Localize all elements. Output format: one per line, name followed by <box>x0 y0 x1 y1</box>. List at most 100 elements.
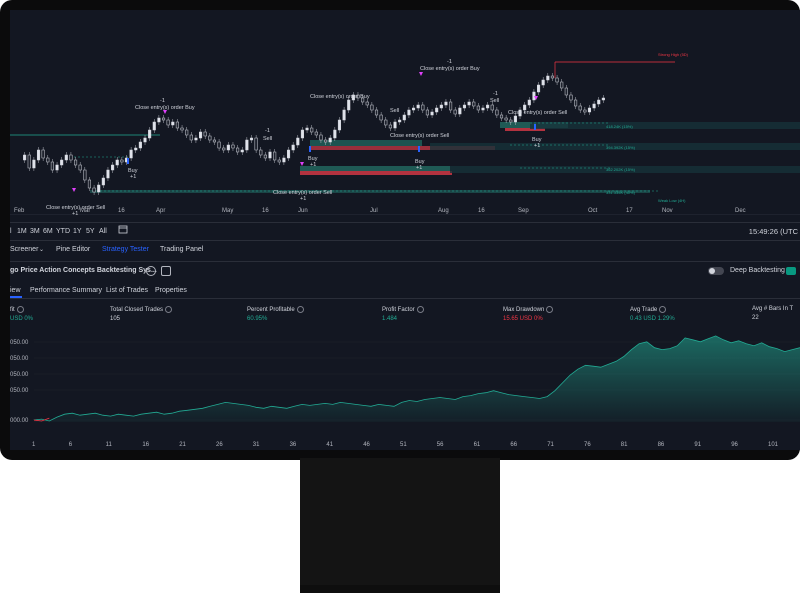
info-icon[interactable] <box>16 306 24 313</box>
candle-body <box>425 109 429 116</box>
candle-body <box>148 129 152 139</box>
trade-annotation: +1 <box>130 174 136 180</box>
trade-annotation: Close entry(s) order Buy <box>310 94 370 100</box>
candle-body <box>370 104 374 111</box>
candle-body <box>36 149 41 161</box>
candle-body <box>27 154 31 169</box>
deep-backtesting-toggle[interactable] <box>708 267 724 275</box>
candle-body <box>50 161 54 171</box>
candle-body <box>74 159 78 166</box>
candle-body <box>203 131 207 137</box>
subtab-list-of-trades[interactable]: List of Trades <box>106 287 148 294</box>
metric-label: Avg Trade <box>630 307 658 314</box>
tf-1y-button[interactable]: 1Y <box>73 228 82 235</box>
report-icon[interactable] <box>161 266 171 276</box>
x-axis-label: 71 <box>547 442 554 448</box>
info-icon[interactable] <box>659 306 667 313</box>
candle-body <box>574 99 578 107</box>
info-icon[interactable] <box>296 306 304 313</box>
candle-body <box>490 104 494 111</box>
x-axis-label: 76 <box>584 442 591 448</box>
tf-6m-button[interactable]: 6M <box>43 228 53 235</box>
tab-pine-editor[interactable]: Pine Editor <box>56 246 90 253</box>
candle-body <box>300 129 304 139</box>
tab-trading-panel[interactable]: Trading Panel <box>160 246 203 253</box>
buy-marker <box>534 124 536 130</box>
candle-body <box>527 99 531 106</box>
candle-body <box>185 129 189 136</box>
month-label: Apr <box>156 208 166 214</box>
tab-screener[interactable]: Screener <box>10 246 38 253</box>
info-icon[interactable] <box>416 306 424 313</box>
clock[interactable]: 15:49:26 (UTC <box>749 227 798 236</box>
candle-body <box>393 121 397 129</box>
candle-body <box>161 117 166 121</box>
candle-body <box>458 107 462 115</box>
candle-body <box>328 137 332 143</box>
candle-body <box>374 109 379 116</box>
subtab-properties[interactable]: Properties <box>155 287 187 294</box>
metric-max-drawdown: Max Drawdown 15.65 USD 0% <box>503 306 554 322</box>
candle-body <box>476 105 480 111</box>
candle-body <box>78 164 82 171</box>
monitor-frame: Close entry(s) order Buy -1 Close entry(s)… <box>0 0 800 460</box>
settings-icon[interactable] <box>146 266 156 276</box>
price-chart[interactable]: Close entry(s) order Buy -1 Close entry(s)… <box>10 10 800 215</box>
buy-marker <box>127 158 129 164</box>
x-axis-label: 51 <box>400 442 407 448</box>
level-label: 394.392K (15%) <box>606 145 636 150</box>
trade-annotation: Sell <box>390 108 399 114</box>
metric-value: USD 0% <box>10 316 34 323</box>
monitor-stand <box>300 458 500 593</box>
info-icon[interactable] <box>165 306 173 313</box>
candle-body <box>472 101 476 107</box>
candle-body <box>421 104 425 111</box>
candle-body <box>444 101 448 106</box>
trade-annotation: Close entry(s) order Sell <box>508 110 567 116</box>
candle-body <box>411 107 416 111</box>
equity-curve-chart[interactable]: 050.00 050.00 050.00 050.00 000.00 1 6 11 1… <box>10 330 800 450</box>
candle-body <box>560 81 564 89</box>
candle-body <box>60 159 64 166</box>
tf-3m-button[interactable]: 3M <box>30 228 40 235</box>
candle-body <box>263 154 267 159</box>
trade-marker <box>300 162 304 166</box>
monitor-stand-base <box>300 585 500 593</box>
tf-1m-button[interactable]: 1M <box>17 228 27 235</box>
trade-annotation: Sell <box>263 136 272 142</box>
tf-all-button[interactable]: All <box>99 228 107 235</box>
candlestick-chart[interactable]: Close entry(s) order Buy-1Close entry(s)… <box>10 10 800 215</box>
subtab-performance-summary[interactable]: Performance Summary <box>30 287 102 294</box>
candle-body <box>435 107 439 113</box>
subtab-overview[interactable]: iew <box>10 287 21 294</box>
calendar-icon[interactable] <box>118 224 128 236</box>
metric-value: 1.484 <box>382 316 398 323</box>
candle-body <box>314 131 318 136</box>
candle-body <box>208 135 212 141</box>
equity-area <box>34 335 800 422</box>
x-axis-label: 91 <box>694 442 702 448</box>
trade-annotation: +1 <box>310 162 316 168</box>
tab-strategy-tester[interactable]: Strategy Tester <box>102 246 149 253</box>
candle-body <box>416 104 420 109</box>
trade-annotation: Close entry(s) order Sell <box>390 133 449 139</box>
metric-label: Total Closed Trades <box>110 307 164 314</box>
chevron-down-icon[interactable]: ⌄ <box>39 246 44 253</box>
tf-ytd-button[interactable]: YTD <box>56 228 70 235</box>
x-axis-label: 11 <box>105 442 112 448</box>
candle-body <box>273 151 277 161</box>
candle-body <box>231 144 235 149</box>
candle-body <box>509 119 513 123</box>
candle-body <box>495 109 499 116</box>
candle-body <box>259 149 263 156</box>
candle-body <box>143 137 147 143</box>
x-axis-label: 66 <box>510 442 518 448</box>
candle-body <box>199 131 203 139</box>
tf-5y-button[interactable]: 5Y <box>86 228 95 235</box>
info-icon[interactable] <box>546 306 554 313</box>
candle-body <box>180 127 184 131</box>
demand-zone <box>300 166 450 171</box>
candle-body <box>587 107 592 113</box>
candle-body <box>217 141 221 149</box>
candle-body <box>92 187 96 193</box>
